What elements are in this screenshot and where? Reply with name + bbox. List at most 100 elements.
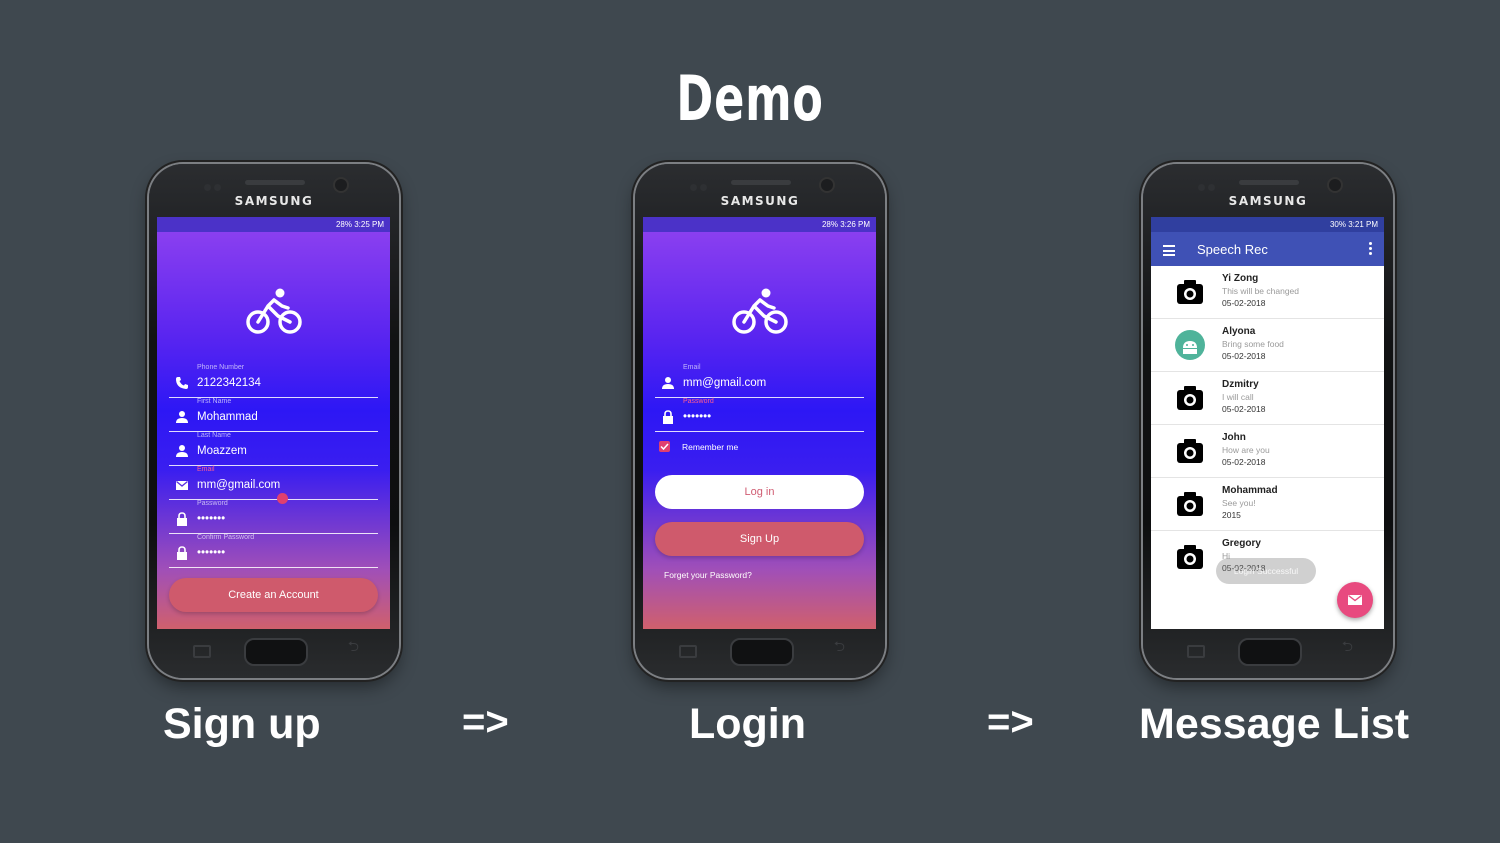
remember-me-checkbox[interactable]: [659, 441, 670, 452]
field-label: Password: [197, 500, 228, 507]
field-value: mm@gmail.com: [683, 377, 767, 389]
home-button[interactable]: [1238, 638, 1302, 666]
check-icon: [660, 443, 669, 451]
field-label: First Name: [197, 398, 232, 405]
email-icon: [176, 480, 188, 490]
app-toolbar: Speech Rec: [1151, 232, 1384, 266]
phone-icon: [176, 377, 188, 389]
phone-sensors: [204, 178, 234, 191]
confirm-password-field[interactable]: Confirm Password •••••••: [169, 534, 378, 568]
signup-button[interactable]: Sign Up: [655, 522, 864, 556]
field-value: mm@gmail.com: [197, 479, 281, 491]
phone-field[interactable]: Phone Number 2122342134: [169, 364, 378, 398]
field-label: Phone Number: [197, 364, 245, 371]
arrow-2: =>: [987, 700, 1034, 744]
create-account-button[interactable]: Create an Account: [169, 578, 378, 612]
message-date: 2015: [1222, 510, 1241, 520]
bicycle-icon: [731, 288, 788, 334]
home-button[interactable]: [244, 638, 308, 666]
message-date: 05-02-2018: [1222, 457, 1266, 467]
forgot-password-link[interactable]: Forget your Password?: [664, 570, 752, 580]
recent-apps-button[interactable]: [679, 645, 697, 658]
phone-messages: SAMSUNG 30% 3:21 PM Speech Rec Yi Zong T…: [1143, 164, 1393, 678]
status-bar: 30% 3:21 PM: [1151, 217, 1384, 232]
more-options-icon[interactable]: [1369, 242, 1372, 257]
contact-name: Gregory: [1222, 538, 1261, 549]
message-preview: Bring some food: [1222, 339, 1284, 349]
login-button[interactable]: Log in: [655, 475, 864, 509]
phone-login: SAMSUNG 28% 3:26 PM Email mm@gmail.com P…: [635, 164, 885, 678]
field-value: 2122342134: [197, 377, 261, 389]
field-label: Email: [683, 364, 701, 371]
recent-apps-button[interactable]: [1187, 645, 1205, 658]
message-date: 05-02-2018: [1222, 298, 1266, 308]
phone-brand: SAMSUNG: [234, 194, 314, 208]
mail-icon: [1348, 594, 1362, 605]
caption-message-list: Message List: [1139, 700, 1410, 748]
caption-login: Login: [689, 700, 807, 748]
login-toast: Login Successful: [1216, 558, 1316, 584]
back-icon[interactable]: ⮌: [348, 636, 359, 660]
phone-speaker: [1239, 180, 1299, 185]
field-label: Last Name: [197, 432, 231, 439]
message-date: 05-02-2018: [1222, 351, 1266, 361]
app-title: Speech Rec: [1197, 242, 1268, 257]
remember-me-label: Remember me: [682, 442, 739, 452]
message-preview: This will be changed: [1222, 286, 1300, 296]
camera-icon: [1177, 280, 1203, 304]
signup-screen: 28% 3:25 PM Phone Number 2122342134 Firs…: [157, 217, 390, 629]
home-button[interactable]: [730, 638, 794, 666]
status-bar: 28% 3:25 PM: [157, 217, 390, 232]
back-icon[interactable]: ⮌: [834, 636, 845, 660]
front-camera: [335, 179, 347, 191]
caption-signup: Sign up: [163, 700, 321, 748]
front-camera: [821, 179, 833, 191]
arrow-1: =>: [462, 700, 509, 744]
phone-signup: SAMSUNG 28% 3:25 PM Phone Number 2122342…: [149, 164, 399, 678]
contact-name: Yi Zong: [1222, 273, 1259, 284]
list-item[interactable]: John How are you 05-02-2018: [1151, 425, 1384, 478]
password-field[interactable]: Password •••••••: [169, 500, 378, 534]
email-field[interactable]: Email mm@gmail.com: [655, 364, 864, 398]
field-value: Mohammad: [197, 411, 258, 423]
list-item[interactable]: Yi Zong This will be changed 05-02-2018: [1151, 266, 1384, 319]
contact-name: Dzmitry: [1222, 379, 1259, 390]
message-preview: How are you: [1222, 445, 1270, 455]
camera-icon: [1177, 386, 1203, 410]
front-camera: [1329, 179, 1341, 191]
camera-icon: [1177, 545, 1203, 569]
contact-name: Mohammad: [1222, 485, 1278, 496]
email-field[interactable]: Email mm@gmail.com: [169, 466, 378, 504]
phone-sensors: [690, 178, 720, 191]
field-label: Email: [197, 466, 215, 473]
field-value: •••••••: [683, 411, 712, 423]
phone-speaker: [245, 180, 305, 185]
person-icon: [662, 377, 674, 389]
phone-speaker: [731, 180, 791, 185]
list-item[interactable]: Dzmitry I will call 05-02-2018: [1151, 372, 1384, 425]
message-preview: See you!: [1222, 498, 1256, 508]
password-field[interactable]: Password •••••••: [655, 398, 864, 432]
back-icon[interactable]: ⮌: [1342, 636, 1353, 660]
message-date: 05-02-2018: [1222, 404, 1266, 414]
person-icon: [176, 445, 188, 457]
lock-icon: [663, 410, 673, 424]
first-name-field[interactable]: First Name Mohammad: [169, 398, 378, 432]
menu-icon[interactable]: [1163, 245, 1175, 259]
compose-button[interactable]: [1337, 582, 1373, 618]
person-icon: [176, 411, 188, 423]
contact-name: Alyona: [1222, 326, 1256, 337]
recent-apps-button[interactable]: [193, 645, 211, 658]
field-value: •••••••: [197, 513, 226, 525]
last-name-field[interactable]: Last Name Moazzem: [169, 432, 378, 466]
field-value: •••••••: [197, 547, 226, 559]
message-preview: I will call: [1222, 392, 1254, 402]
android-icon: [1175, 330, 1205, 360]
list-item[interactable]: Alyona Bring some food 05-02-2018: [1151, 319, 1384, 372]
phone-brand: SAMSUNG: [1228, 194, 1308, 208]
messages-screen: 30% 3:21 PM Speech Rec Yi Zong This will…: [1151, 217, 1384, 629]
lock-icon: [177, 546, 187, 560]
login-screen: 28% 3:26 PM Email mm@gmail.com Password …: [643, 217, 876, 629]
list-item[interactable]: Mohammad See you! 2015: [1151, 478, 1384, 531]
camera-icon: [1177, 439, 1203, 463]
